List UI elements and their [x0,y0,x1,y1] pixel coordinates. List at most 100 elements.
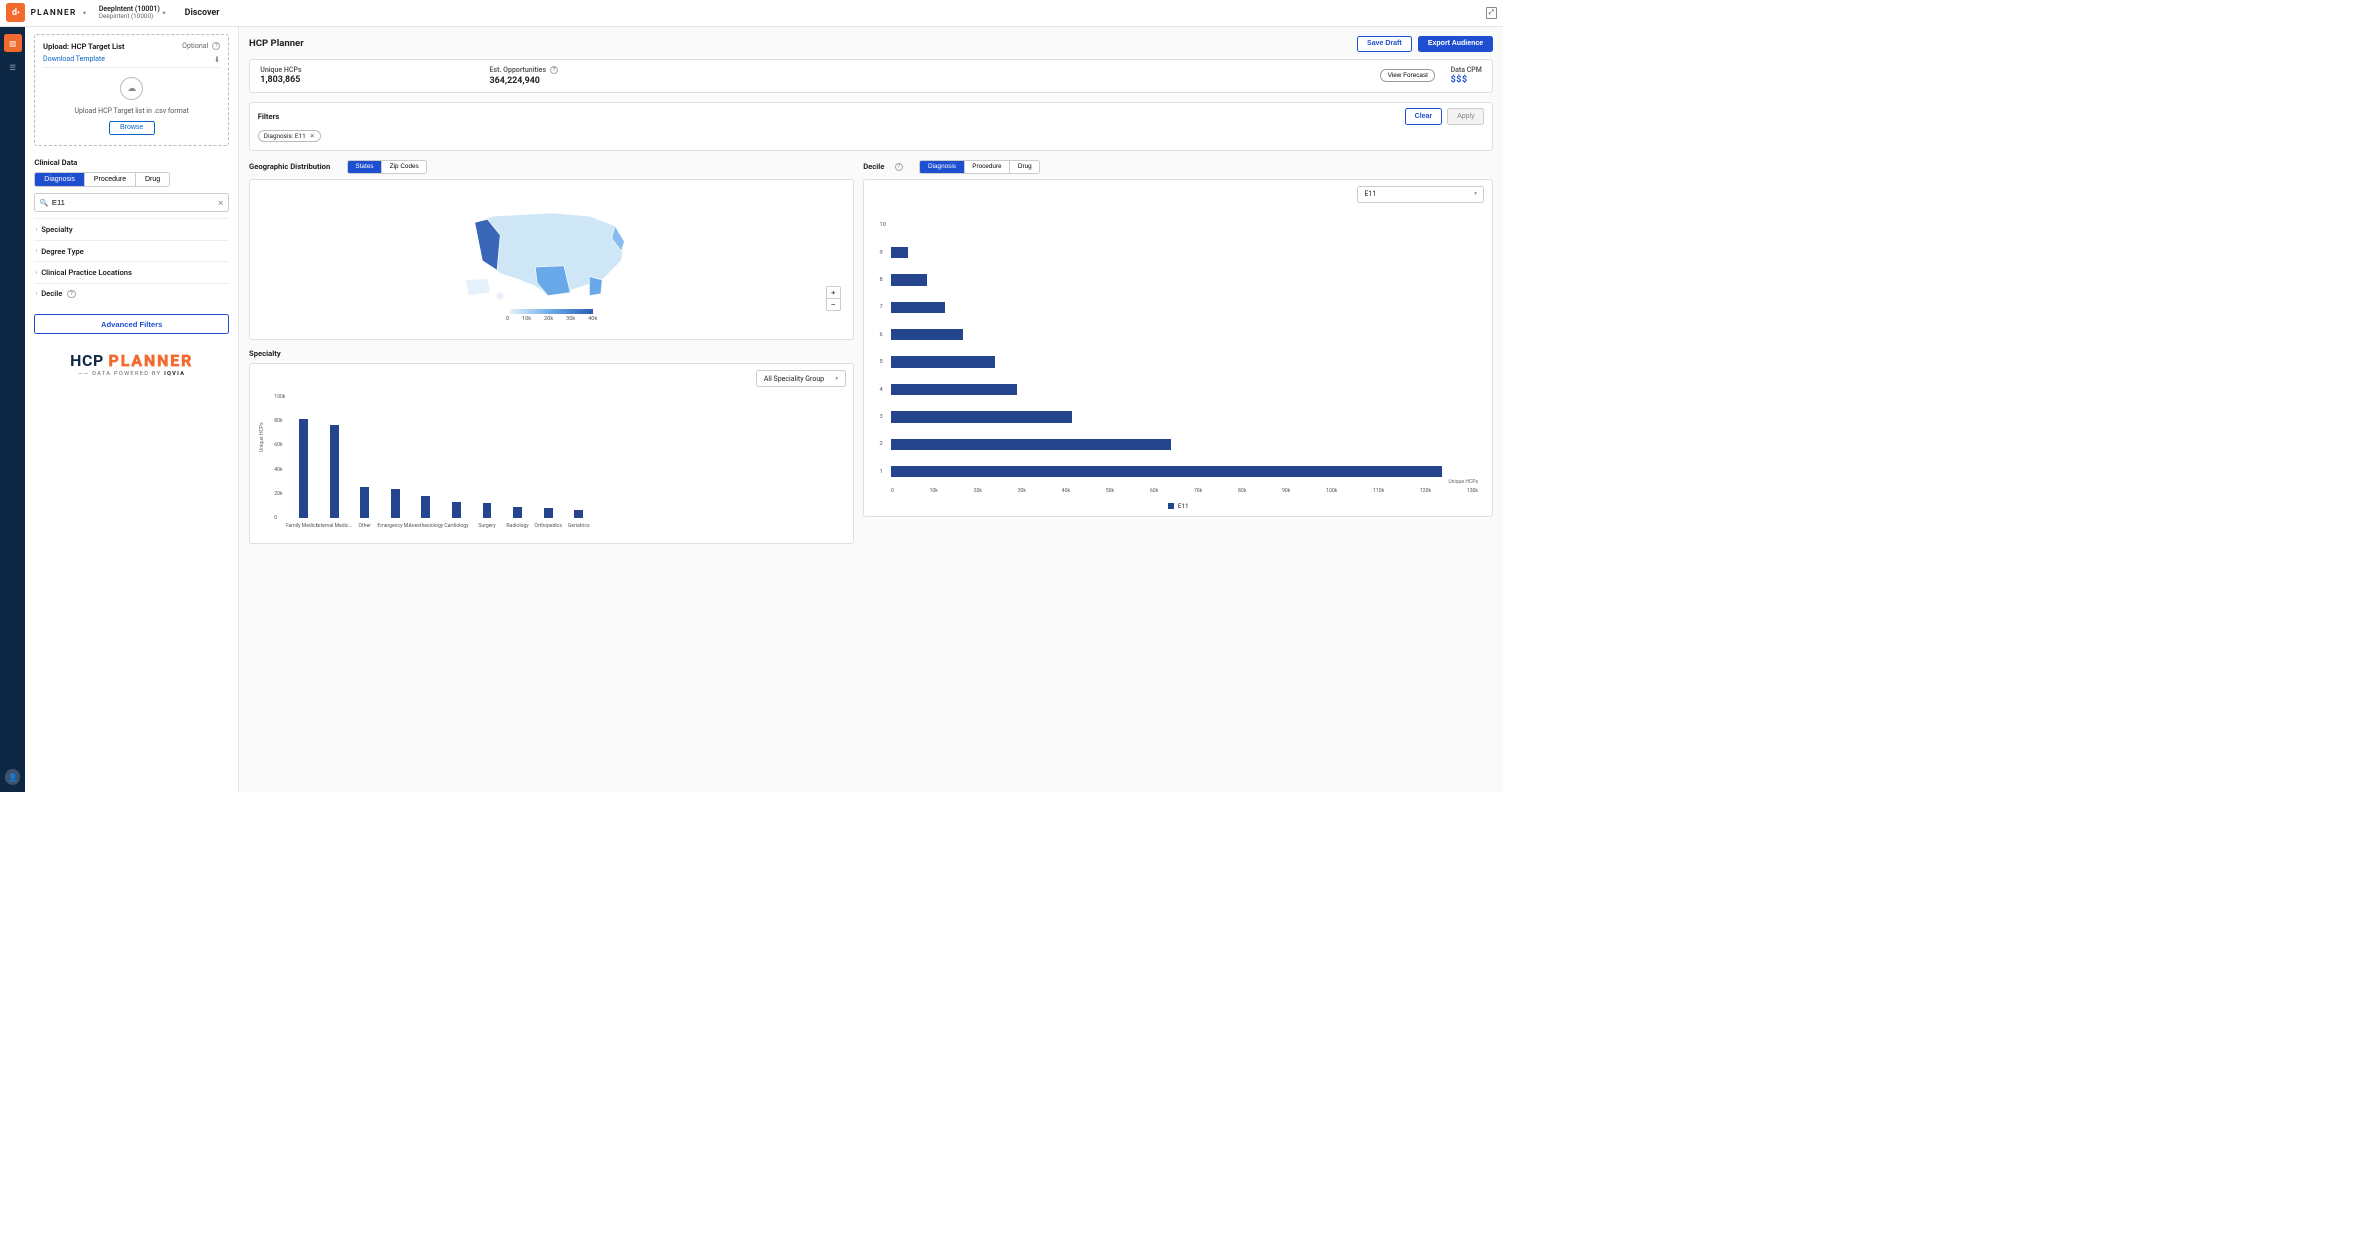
specialty-bar[interactable] [360,487,369,518]
filters-card: Filters Clear Apply Diagnosis: E11 ✕ [249,102,1493,151]
specialty-chart: Unique HCPs 020k40k60k80k100kFamily Medi… [258,391,846,538]
stats-card: Unique HCPs 1,803,865 Est. Opportunities… [249,59,1493,93]
tab-drug[interactable]: Drug [136,173,169,186]
specialty-bar[interactable] [391,489,400,518]
topbar: d+ PLANNER ▾ DeepIntent (10001) Deepinte… [0,0,1503,27]
tab-procedure[interactable]: Procedure [85,173,136,186]
org-selector[interactable]: DeepIntent (10001) Deepintent (10000) [99,5,160,21]
info-icon[interactable]: ? [550,66,558,74]
decile-bar[interactable] [891,302,945,313]
decile-select[interactable]: E11▾ [1357,186,1484,202]
clinical-title: Clinical Data [34,158,229,167]
decile-bar[interactable] [891,329,963,340]
us-map-svg [462,197,640,305]
expand-icon[interactable]: ⤢ [1486,7,1497,18]
unique-hcp-label: Unique HCPs [260,66,489,74]
acc-specialty[interactable]: ›Specialty [34,218,229,239]
download-icon[interactable]: ⬇ [214,55,220,64]
cpm-label: Data CPM [1451,66,1482,74]
specialty-group-select[interactable]: All Speciality Group▾ [756,370,845,386]
clinical-search: 🔍 ✕ [34,193,229,212]
info-icon[interactable]: ? [212,42,220,50]
specialty-bar[interactable] [421,496,430,518]
advanced-filters-button[interactable]: Advanced Filters [34,314,229,334]
chevron-right-icon: › [36,248,38,254]
user-avatar-icon[interactable]: 👤 [5,769,20,784]
decile-legend: E11 [872,502,1485,510]
download-template-link[interactable]: Download Template [43,55,105,63]
geo-title: Geographic Distribution [249,162,330,171]
clinical-tabs: Diagnosis Procedure Drug [34,172,170,187]
map-legend-ticks: 010k20k30k40k [506,316,597,322]
specialty-bar[interactable] [483,503,492,518]
decile-tabs: Diagnosis Procedure Drug [919,160,1040,174]
search-input[interactable] [34,193,229,212]
specialty-bar[interactable] [544,508,553,518]
acc-decile[interactable]: ›Decile? [34,283,229,304]
tab-diagnosis[interactable]: Diagnosis [35,173,85,186]
specialty-bar[interactable] [513,507,522,518]
cloud-upload-icon: ☁ [120,77,143,100]
decile-bar[interactable] [891,466,1442,477]
specialty-card: All Speciality Group▾ Unique HCPs 020k40… [249,363,854,544]
chevron-right-icon: › [36,270,38,276]
specialty-bar[interactable] [452,502,461,518]
browse-button[interactable]: Browse [109,121,155,135]
decile-bar[interactable] [891,439,1171,450]
decile-bar[interactable] [891,356,995,367]
page-title: HCP Planner [249,38,304,49]
tab-decile-diagnosis[interactable]: Diagnosis [920,161,964,173]
tab-decile-drug[interactable]: Drug [1010,161,1039,173]
chevron-down-icon: ▾ [1474,191,1477,197]
zoom-out-button[interactable]: − [827,299,840,310]
us-map[interactable]: + − 010k20k30k40k [258,186,846,333]
export-audience-button[interactable]: Export Audience [1418,36,1493,53]
tab-zipcodes[interactable]: Zip Codes [382,161,426,173]
nav-secondary[interactable]: ☰ [4,59,22,77]
apply-filters-button: Apply [1447,108,1484,125]
clear-search-icon[interactable]: ✕ [217,198,223,207]
left-panel: Upload: HCP Target List Optional? Downlo… [25,27,238,793]
org-chevron-icon[interactable]: ▾ [162,9,165,17]
decile-bar[interactable] [891,247,908,258]
nav-rail: ▥ ☰ 👤 [0,27,25,793]
upload-dropzone[interactable]: ☁ Upload HCP Target list in .csv format … [43,77,220,135]
upload-title: Upload: HCP Target List [43,42,125,51]
app-title: PLANNER [31,8,77,18]
decile-title: Decile [863,162,884,171]
filters-title: Filters [258,112,280,121]
nav-planner[interactable]: ▥ [4,34,22,52]
opportunities-label: Est. Opportunities ? [490,66,681,74]
decile-bar[interactable] [891,411,1072,422]
tab-decile-procedure[interactable]: Procedure [965,161,1011,173]
decile-bar[interactable] [891,384,1017,395]
chevron-down-icon: ▾ [835,376,838,382]
upload-optional: Optional? [182,42,220,50]
remove-chip-icon[interactable]: ✕ [309,132,314,140]
clear-filters-button[interactable]: Clear [1405,108,1442,125]
opportunities-value: 364,224,940 [490,76,681,86]
geo-card: + − 010k20k30k40k [249,179,854,340]
specialty-bar[interactable] [330,425,339,518]
filter-chip: Diagnosis: E11 ✕ [258,130,321,143]
specialty-bar[interactable] [299,419,308,518]
specialty-bar[interactable] [574,510,583,518]
tab-states[interactable]: States [348,161,382,173]
save-draft-button[interactable]: Save Draft [1357,36,1411,53]
decile-bar[interactable] [891,274,927,285]
decile-card: E11▾ 10987654321 010k20k30k40k50k60k70k8… [863,179,1493,517]
view-forecast-button[interactable]: View Forecast [1380,69,1435,82]
map-zoom: + − [826,286,841,311]
acc-locations[interactable]: ›Clinical Practice Locations [34,261,229,282]
main-content: HCP Planner Save Draft Export Audience U… [239,27,1503,793]
acc-degree[interactable]: ›Degree Type [34,240,229,261]
info-icon[interactable]: ? [67,290,75,298]
unique-hcp-value: 1,803,865 [260,75,489,85]
zoom-in-button[interactable]: + [827,287,840,298]
geo-tabs: States Zip Codes [347,160,428,174]
upload-hint: Upload HCP Target list in .csv format [74,107,188,115]
brand-block: HCP PLANNER —— DATA POWERED BY IQVIA [34,351,229,377]
chevron-right-icon: › [36,291,38,297]
info-icon[interactable]: ? [895,163,903,171]
cpm-value: $$$ [1451,75,1482,85]
